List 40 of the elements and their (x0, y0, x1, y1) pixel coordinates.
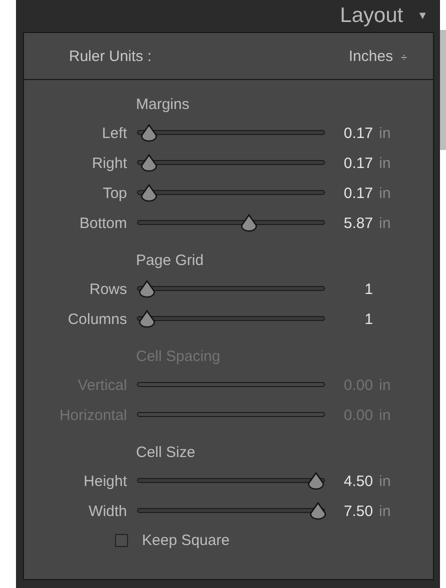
slider-value[interactable]: 4.50 (335, 472, 373, 490)
slider-value[interactable]: 7.50 (335, 502, 373, 520)
slider-label: Columns (66, 310, 127, 328)
slider-value[interactable]: 1 (335, 280, 373, 298)
slider-label: Rows (88, 280, 127, 298)
section-heading: Cell Size (135, 443, 196, 463)
slider-label: Bottom (78, 214, 127, 232)
slider-label: Width (88, 502, 127, 520)
slider-thumb[interactable] (139, 154, 160, 172)
slider-label: Right (90, 154, 127, 172)
slider-label: Top (102, 184, 127, 202)
slider-thumb[interactable] (139, 184, 160, 202)
unit-label: in (379, 472, 391, 490)
slider-thumb[interactable] (139, 124, 160, 142)
panel-title: Layout (340, 4, 404, 28)
slider-value[interactable]: 0.17 (335, 184, 373, 202)
slider-label: Left (100, 124, 127, 142)
slider-value[interactable]: 1 (335, 310, 373, 328)
unit-label: in (379, 184, 391, 202)
slider-thumb[interactable] (239, 214, 260, 232)
unit-label: in (379, 154, 391, 172)
scrollbar[interactable] (440, 30, 446, 150)
section-heading: Page Grid (135, 251, 205, 271)
slider-thumb[interactable] (308, 502, 328, 520)
slider-thumb[interactable] (137, 280, 158, 298)
collapse-toggle[interactable]: ▼ (417, 10, 428, 22)
unit-label: in (379, 502, 391, 520)
ruler-units-label: Ruler Units : (69, 48, 152, 64)
unit-label: in (379, 124, 391, 142)
keep-square-checkbox[interactable] (115, 534, 128, 547)
ruler-units-dropdown[interactable]: Inches ÷ (348, 48, 407, 64)
unit-label: in (379, 214, 391, 232)
keep-square-label: Keep Square (142, 532, 230, 549)
slider-label: Height (82, 472, 127, 490)
slider-value[interactable]: 5.87 (335, 214, 373, 232)
slider-thumb[interactable] (306, 472, 326, 490)
slider-thumb[interactable] (137, 310, 158, 328)
section-heading: Margins (135, 95, 190, 115)
slider-value[interactable]: 0.17 (335, 154, 373, 172)
slider-value[interactable]: 0.17 (335, 124, 373, 142)
